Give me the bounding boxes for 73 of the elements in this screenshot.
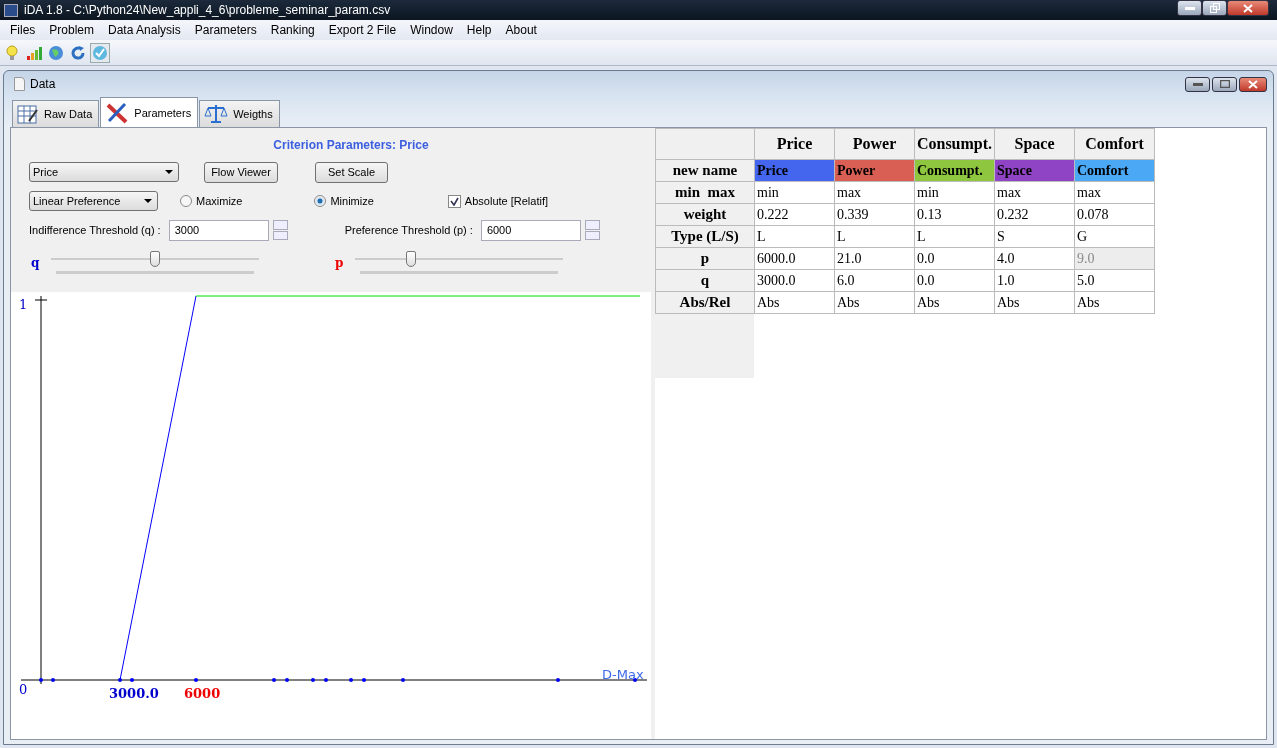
- threshold-slider[interactable]: [355, 251, 563, 275]
- close-icon: [1243, 3, 1253, 13]
- menu-item[interactable]: Ranking: [263, 23, 322, 37]
- menu-item[interactable]: Parameters: [187, 23, 264, 37]
- close-button[interactable]: [1227, 0, 1269, 16]
- lightbulb-icon: [5, 44, 19, 61]
- tab[interactable]: Raw Data: [12, 100, 100, 127]
- x-axis-label: D-Max: [602, 667, 644, 682]
- close-icon: [1248, 79, 1258, 89]
- row-header: p: [655, 247, 755, 270]
- preference-dropdown[interactable]: Linear Preference: [29, 191, 158, 211]
- threshold-label: Preference Threshold (p) :: [344, 224, 473, 236]
- child-window-title: Data: [30, 77, 56, 91]
- threshold-field[interactable]: 6000: [480, 219, 581, 241]
- restore-icon: [1209, 3, 1220, 13]
- minimize-button[interactable]: [1177, 0, 1202, 16]
- minimize-button[interactable]: [1185, 76, 1210, 92]
- tab[interactable]: Parameters: [100, 97, 199, 127]
- row-header: Abs/Rel: [655, 291, 755, 314]
- app-icon: [4, 3, 18, 17]
- p-threshold-label: 6000: [184, 686, 221, 701]
- checkmark-icon: [92, 44, 108, 61]
- row-header: Type (L/S): [655, 225, 755, 248]
- slider-label: p: [335, 256, 345, 270]
- tools-icon: [105, 101, 130, 124]
- menu-item[interactable]: Problem: [42, 23, 102, 37]
- row-header: weight: [655, 203, 755, 226]
- close-button[interactable]: [1239, 76, 1267, 92]
- minimize-icon: [1184, 6, 1195, 10]
- panel-heading: Criterion Parameters: Price: [272, 137, 430, 154]
- threshold-label: Indifference Threshold (q) :: [29, 224, 161, 236]
- checkmark-icon: [449, 196, 459, 206]
- menu-item[interactable]: Help: [459, 23, 499, 37]
- toolbar-button[interactable]: [90, 42, 110, 63]
- y-max-label: 1: [19, 297, 28, 312]
- tab[interactable]: Weigths: [199, 100, 280, 127]
- slider-thumb[interactable]: [406, 251, 417, 267]
- criterion-dropdown[interactable]: Price: [29, 162, 179, 182]
- slider-thumb[interactable]: [150, 251, 160, 267]
- refresh-icon: [70, 44, 86, 61]
- row-header: min max: [655, 181, 755, 204]
- slider-label: q: [31, 256, 41, 270]
- row-header: q: [655, 269, 755, 292]
- column-header: Space: [994, 128, 1075, 160]
- maximize-button[interactable]: [1212, 76, 1237, 92]
- row-header: new name: [655, 159, 755, 182]
- menu-item[interactable]: Export 2 File: [321, 23, 404, 37]
- threshold-slider[interactable]: [51, 251, 259, 275]
- maximize-icon: [1219, 80, 1230, 88]
- bar-chart-icon: [26, 45, 42, 60]
- column-header: Power: [834, 128, 915, 160]
- radio-option[interactable]: Maximize: [180, 195, 243, 207]
- column-header: Price: [754, 128, 835, 160]
- radio-option[interactable]: Minimize: [314, 195, 374, 207]
- origin-label: 0: [19, 682, 28, 697]
- document-icon: [14, 77, 25, 91]
- column-header: Comfort: [1074, 128, 1155, 160]
- column-header: Consumpt.: [914, 128, 995, 160]
- menu-item[interactable]: About: [498, 23, 544, 37]
- balance-scale-icon: [204, 103, 229, 125]
- q-threshold-label: 3000.0: [109, 686, 159, 701]
- menu-item[interactable]: Files: [3, 23, 43, 37]
- set-scale-button[interactable]: Set Scale: [315, 161, 388, 183]
- restore-button[interactable]: [1202, 0, 1227, 16]
- menu-item[interactable]: Data Analysis: [101, 23, 188, 37]
- absolute-checkbox[interactable]: Absolute [Relatif]: [447, 194, 548, 208]
- flow-viewer-button[interactable]: Flow Viewer: [204, 161, 278, 183]
- window-title: iDA 1.8 - C:\Python24\New_appli_4_6\probleme_seminar_param.csv: [24, 3, 391, 17]
- table-icon: [17, 104, 39, 124]
- menu-item[interactable]: Window: [403, 23, 460, 37]
- minimize-icon: [1192, 82, 1203, 86]
- threshold-field[interactable]: 3000: [168, 219, 269, 241]
- globe-icon: [48, 44, 64, 61]
